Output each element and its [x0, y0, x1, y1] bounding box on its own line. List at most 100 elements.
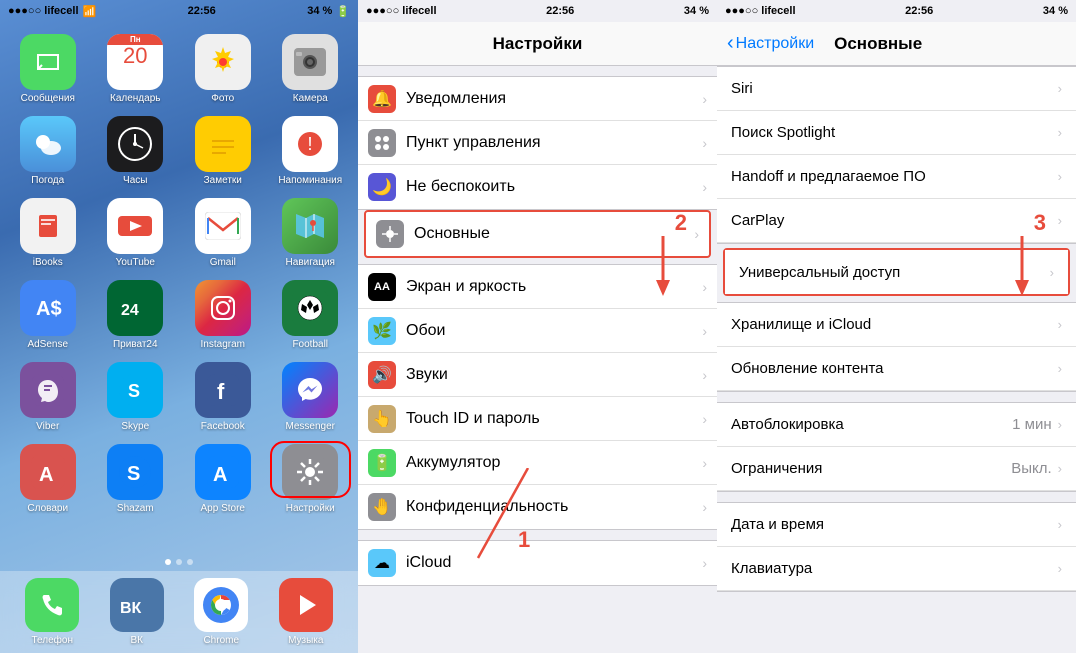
time-3: 22:56: [905, 5, 933, 17]
app-messages[interactable]: Сообщения: [10, 34, 86, 104]
general-row-siri[interactable]: Siri ›: [717, 67, 1076, 111]
carrier-3: ●●●○○ lifecell: [725, 5, 796, 17]
time-display: 22:56: [188, 5, 216, 17]
dock-music[interactable]: Музыка: [271, 578, 341, 646]
general-row-bgrefresh[interactable]: Обновление контента ›: [717, 347, 1076, 391]
app-icon-skype: S: [107, 362, 163, 418]
label-display: Экран и яркость: [406, 278, 702, 296]
app-icon-facebook: f: [195, 362, 251, 418]
settings-row-notifications[interactable]: 🔔 Уведомления ›: [358, 77, 717, 121]
app-label-messages: Сообщения: [13, 93, 83, 104]
app-slovari[interactable]: А Словари: [10, 444, 86, 514]
chevron-touchid: ›: [702, 411, 707, 427]
status-bar-1: ●●●○○ lifecell 📶 22:56 34 % 🔋: [0, 0, 358, 22]
icon-general: [376, 220, 404, 248]
label-battery: Аккумулятор: [406, 454, 702, 472]
settings-row-dnd[interactable]: 🌙 Не беспокоить ›: [358, 165, 717, 209]
carrier-text: ●●●○○ lifecell: [8, 5, 79, 17]
app-calendar[interactable]: Пн 20 Календарь: [98, 34, 174, 104]
dock-vk[interactable]: ВК ВК: [102, 578, 172, 646]
general-row-handoff[interactable]: Handoff и предлагаемое ПО ›: [717, 155, 1076, 199]
settings-row-controlcenter[interactable]: Пункт управления ›: [358, 121, 717, 165]
dock-chrome[interactable]: Chrome: [186, 578, 256, 646]
accessibility-wrapper: Универсальный доступ ›: [723, 248, 1070, 296]
svg-text:S: S: [127, 463, 140, 485]
settings-row-battery[interactable]: 🔋 Аккумулятор ›: [358, 441, 717, 485]
back-button[interactable]: ‹ Настройки: [727, 32, 814, 55]
label-autolock: Автоблокировка: [731, 416, 1012, 433]
app-icon-maps: [282, 198, 338, 254]
general-row-datetime[interactable]: Дата и время ›: [717, 503, 1076, 547]
general-nav-bar: ‹ Настройки Основные: [717, 22, 1076, 66]
battery-3: 34 %: [1043, 5, 1068, 17]
general-group-3: Хранилище и iCloud › Обновление контента…: [717, 302, 1076, 392]
general-row-restrictions[interactable]: Ограничения Выкл. ›: [717, 447, 1076, 491]
phone2-settings: ●●●○○ lifecell 22:56 34 % Настройки 🔔 Ув…: [358, 0, 717, 653]
settings-row-privacy[interactable]: 🤚 Конфиденциальность ›: [358, 485, 717, 529]
app-football[interactable]: Football: [273, 280, 349, 350]
label-keyboard: Клавиатура: [731, 560, 1058, 577]
app-icon-appstore: A: [195, 444, 251, 500]
app-label-settings: Настройки: [275, 503, 345, 514]
dock-phone[interactable]: Телефон: [17, 578, 87, 646]
general-group-4: Автоблокировка 1 мин › Ограничения Выкл.…: [717, 402, 1076, 492]
app-facebook[interactable]: f Facebook: [185, 362, 261, 432]
general-row-spotlight[interactable]: Поиск Spotlight ›: [717, 111, 1076, 155]
app-youtube[interactable]: YouTube: [98, 198, 174, 268]
app-label-skype: Skype: [100, 421, 170, 432]
label-notifications: Уведомления: [406, 90, 702, 108]
app-notes[interactable]: Заметки: [185, 116, 261, 186]
app-camera[interactable]: Камера: [273, 34, 349, 104]
svg-text:ВК: ВК: [120, 600, 142, 615]
label-bgrefresh: Обновление контента: [731, 360, 1058, 377]
app-instagram[interactable]: Instagram: [185, 280, 261, 350]
app-icon-privat: 24: [107, 280, 163, 336]
app-skype[interactable]: S Skype: [98, 362, 174, 432]
general-row-storage[interactable]: Хранилище и iCloud ›: [717, 303, 1076, 347]
app-settings[interactable]: Настройки: [273, 444, 349, 514]
battery-2: 34 %: [684, 5, 709, 17]
app-clock[interactable]: Часы: [98, 116, 174, 186]
general-row-keyboard[interactable]: Клавиатура ›: [717, 547, 1076, 591]
app-label-youtube: YouTube: [100, 257, 170, 268]
settings-row-sounds[interactable]: 🔊 Звуки ›: [358, 353, 717, 397]
svg-text:А: А: [39, 464, 53, 486]
svg-text:f: f: [217, 379, 225, 404]
chevron-battery: ›: [702, 455, 707, 471]
app-label-shazam: Shazam: [100, 503, 170, 514]
app-weather[interactable]: Погода: [10, 116, 86, 186]
label-icloud: iCloud: [406, 554, 702, 572]
icon-wallpaper: 🌿: [368, 317, 396, 345]
app-label-weather: Погода: [13, 175, 83, 186]
app-shazam[interactable]: S Shazam: [98, 444, 174, 514]
general-row-accessibility[interactable]: Универсальный доступ ›: [725, 250, 1068, 294]
general-row-carplay[interactable]: CarPlay ›: [717, 199, 1076, 243]
app-label-calendar: Календарь: [100, 93, 170, 104]
app-adsense[interactable]: A$ AdSense: [10, 280, 86, 350]
app-maps[interactable]: Навигация: [273, 198, 349, 268]
settings-row-display[interactable]: AA Экран и яркость ›: [358, 265, 717, 309]
app-privat[interactable]: 24 Приват24: [98, 280, 174, 350]
app-gmail[interactable]: Gmail: [185, 198, 261, 268]
app-viber[interactable]: Viber: [10, 362, 86, 432]
app-label-messenger: Messenger: [275, 421, 345, 432]
settings-row-touchid[interactable]: 👆 Touch ID и пароль ›: [358, 397, 717, 441]
label-general: Основные: [414, 225, 694, 243]
settings-row-wallpaper[interactable]: 🌿 Обои ›: [358, 309, 717, 353]
settings-section-3: ☁ iCloud ›: [358, 540, 717, 586]
app-label-ibooks: iBooks: [13, 257, 83, 268]
app-appstore[interactable]: A App Store: [185, 444, 261, 514]
app-ibooks[interactable]: iBooks: [10, 198, 86, 268]
app-icon-notes: [195, 116, 251, 172]
carrier-wifi: ●●●○○ lifecell 📶: [8, 5, 96, 18]
icon-battery: 🔋: [368, 449, 396, 477]
app-messenger[interactable]: Messenger: [273, 362, 349, 432]
settings-row-general[interactable]: Основные ›: [366, 212, 709, 256]
chevron-accessibility: ›: [1050, 265, 1054, 280]
app-icon-football: [282, 280, 338, 336]
app-photos[interactable]: Фото: [185, 34, 261, 104]
app-reminders[interactable]: ! Напоминания: [273, 116, 349, 186]
settings-row-icloud[interactable]: ☁ iCloud ›: [358, 541, 717, 585]
general-row-autolock[interactable]: Автоблокировка 1 мин ›: [717, 403, 1076, 447]
app-label-photos: Фото: [188, 93, 258, 104]
